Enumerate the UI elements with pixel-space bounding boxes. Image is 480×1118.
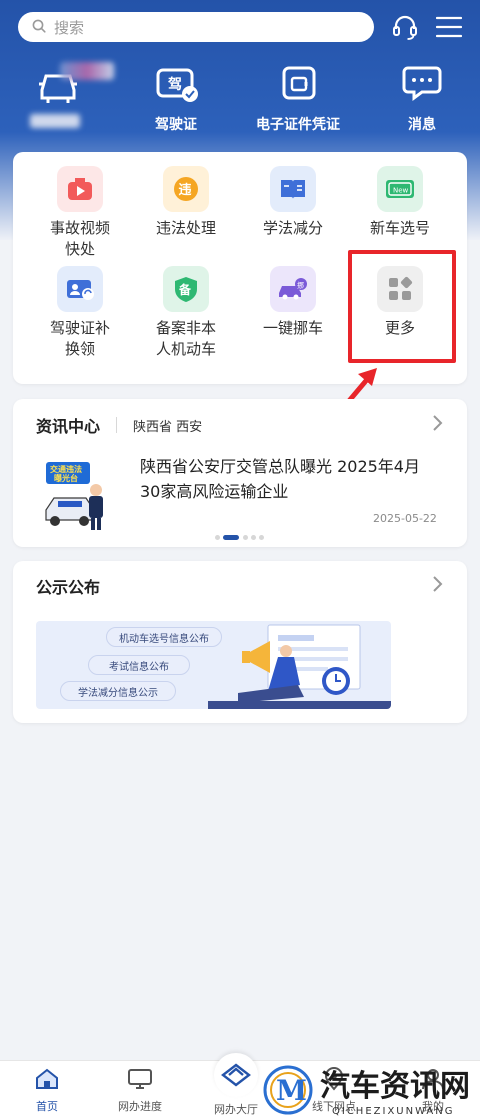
service-accident-video-label: 事故视频 快处 bbox=[49, 219, 110, 258]
service-accident-video[interactable]: 事故视频 快处 bbox=[30, 166, 130, 260]
tab-hall-label: 网办大厅 bbox=[214, 1103, 258, 1116]
quick-driver-license-label: 驾驶证 bbox=[155, 117, 197, 133]
news-thumbnail[interactable]: 交通违法 曝光台 bbox=[44, 458, 108, 532]
tab-hall[interactable]: 网办大厅 bbox=[214, 1053, 258, 1117]
carousel-dot[interactable] bbox=[251, 535, 256, 540]
site-watermark: M 汽车资讯网 QICHEZIXUNWANG bbox=[260, 1062, 480, 1118]
search-icon bbox=[32, 18, 46, 37]
notice-chevron-right-icon[interactable] bbox=[432, 575, 444, 597]
svg-text:QICHEZIXUNWANG: QICHEZIXUNWANG bbox=[332, 1106, 455, 1117]
tab-home-label: 首页 bbox=[36, 1100, 58, 1113]
search-placeholder: 搜索 bbox=[54, 18, 85, 37]
carousel-dot-active[interactable] bbox=[223, 535, 239, 540]
blurred-name bbox=[30, 114, 80, 128]
svg-text:挪: 挪 bbox=[297, 281, 304, 290]
quick-e-certificate[interactable]: 电子证件凭证 bbox=[256, 62, 340, 134]
svg-text:违: 违 bbox=[179, 182, 192, 198]
tab-progress-label: 网办进度 bbox=[118, 1100, 162, 1113]
license-replace-icon bbox=[57, 266, 103, 312]
news-header: 资讯中心 陕西省 西安 bbox=[36, 413, 202, 437]
service-new-plate-label: 新车选号 bbox=[369, 219, 430, 237]
service-record-vehicle[interactable]: 备 备案非本 人机动车 bbox=[136, 266, 236, 360]
news-title: 资讯中心 bbox=[36, 417, 101, 436]
carousel-dot[interactable] bbox=[215, 535, 220, 540]
svg-text:New: New bbox=[393, 187, 409, 195]
carousel-dot[interactable] bbox=[259, 535, 264, 540]
headset-icon[interactable] bbox=[390, 12, 420, 46]
monitor-icon bbox=[127, 1067, 153, 1094]
hall-diamond-icon bbox=[214, 1053, 258, 1097]
accident-video-icon bbox=[57, 166, 103, 212]
notice-illustration bbox=[208, 624, 391, 709]
svg-text:备: 备 bbox=[178, 282, 192, 297]
pill-plate-selection[interactable]: 机动车选号信息公布 bbox=[106, 627, 222, 647]
service-license-replace-label: 驾驶证补 换领 bbox=[49, 319, 110, 358]
new-plate-icon: New bbox=[377, 166, 423, 212]
tab-progress[interactable]: 网办进度 bbox=[118, 1067, 162, 1114]
service-record-vehicle-label: 备案非本 人机动车 bbox=[155, 319, 216, 358]
thumb-text-line2: 曝光台 bbox=[54, 473, 78, 483]
pill-exam-info[interactable]: 考试信息公布 bbox=[88, 655, 190, 675]
service-license-replace[interactable]: 驾驶证补 换领 bbox=[30, 266, 130, 360]
vehicle-avatar[interactable] bbox=[30, 62, 120, 134]
move-car-icon: 挪 bbox=[270, 266, 316, 312]
service-move-car-label: 一键挪车 bbox=[262, 319, 323, 337]
driver-license-icon: 驾 bbox=[152, 62, 200, 108]
menu-icon[interactable] bbox=[435, 16, 463, 42]
thumb-text-line1: 交通违法 bbox=[50, 464, 82, 474]
svg-text:M: M bbox=[276, 1074, 307, 1107]
violation-icon: 违 bbox=[163, 166, 209, 212]
notice-banner[interactable]: 机动车选号信息公布 考试信息公布 学法减分信息公示 bbox=[36, 621, 391, 709]
quick-actions-row: 驾 驾驶证 电子证件凭证 消息 bbox=[0, 62, 480, 142]
news-region[interactable]: 陕西省 西安 bbox=[133, 416, 202, 435]
service-violation[interactable]: 违 违法处理 bbox=[136, 166, 236, 239]
home-icon bbox=[34, 1067, 60, 1094]
blurred-plate bbox=[60, 62, 114, 80]
service-new-plate[interactable]: New 新车选号 bbox=[350, 166, 450, 239]
service-move-car[interactable]: 挪 一键挪车 bbox=[243, 266, 343, 339]
quick-e-certificate-label: 电子证件凭证 bbox=[256, 117, 340, 133]
svg-text:汽车资讯网: 汽车资讯网 bbox=[320, 1069, 470, 1104]
message-icon bbox=[400, 62, 444, 108]
carousel-dot[interactable] bbox=[243, 535, 248, 540]
news-date: 2025-05-22 bbox=[373, 512, 437, 525]
quick-message-label: 消息 bbox=[408, 117, 436, 133]
tab-home[interactable]: 首页 bbox=[34, 1067, 60, 1114]
pill-study-points[interactable]: 学法减分信息公示 bbox=[60, 681, 176, 701]
highlight-box bbox=[348, 250, 456, 363]
quick-message[interactable]: 消息 bbox=[400, 62, 444, 134]
news-headline[interactable]: 陕西省公安厅交管总队曝光 2025年4月30家高风险运输企业 bbox=[140, 454, 440, 504]
study-book-icon bbox=[270, 166, 316, 212]
news-divider bbox=[116, 417, 118, 433]
notice-title: 公示公布 bbox=[36, 578, 101, 597]
service-study[interactable]: 学法减分 bbox=[243, 166, 343, 239]
quick-driver-license[interactable]: 驾 驾驶证 bbox=[152, 62, 200, 134]
svg-text:驾: 驾 bbox=[167, 76, 182, 93]
news-chevron-right-icon[interactable] bbox=[432, 414, 444, 436]
service-study-label: 学法减分 bbox=[262, 219, 323, 237]
service-violation-label: 违法处理 bbox=[155, 219, 216, 237]
e-certificate-icon bbox=[274, 62, 322, 108]
search-bar[interactable]: 搜索 bbox=[18, 12, 374, 42]
record-shield-icon: 备 bbox=[163, 266, 209, 312]
